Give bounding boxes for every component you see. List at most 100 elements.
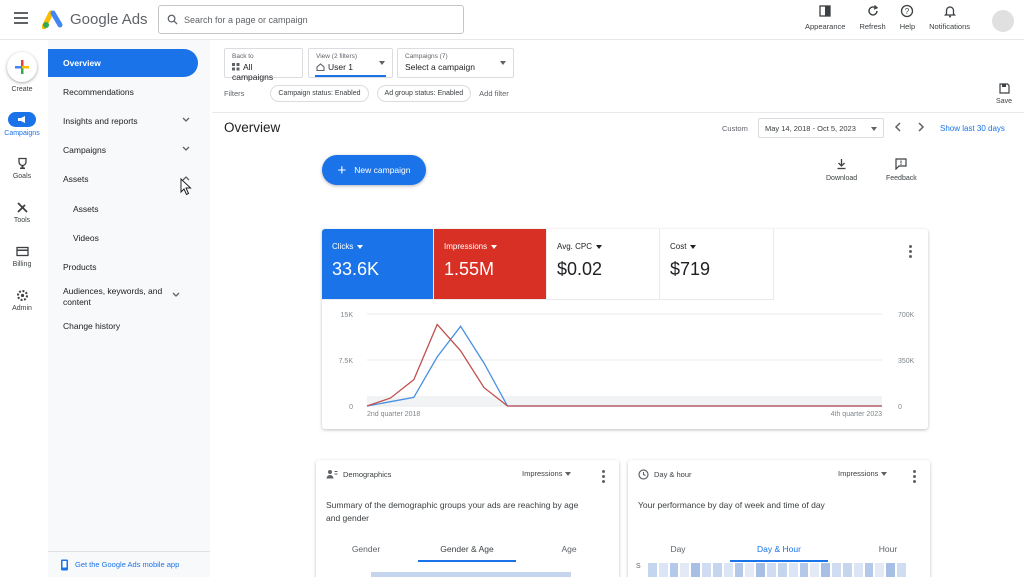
metric-dropdown[interactable]: Impressions <box>838 469 888 478</box>
refresh-button[interactable]: Refresh <box>859 4 886 36</box>
appearance-button[interactable]: Appearance <box>805 4 845 36</box>
view-picker[interactable]: View (2 filters) User 1 <box>308 48 393 78</box>
filter-chip-ad-group-status[interactable]: Ad group status: Enabled <box>376 85 472 102</box>
rail-campaigns[interactable]: Campaigns <box>0 112 44 137</box>
tab-hour[interactable]: Hour <box>868 544 908 554</box>
nav-item-overview[interactable]: Overview <box>48 49 198 77</box>
chevron-down-icon <box>182 117 190 122</box>
plus-icon: + <box>337 161 347 179</box>
feedback-button[interactable]: Feedback <box>886 158 917 182</box>
heatmap <box>648 563 908 577</box>
save-button[interactable]: Save <box>996 83 1012 105</box>
more-options-icon[interactable] <box>602 470 605 485</box>
nav-item-products[interactable]: Products <box>48 262 198 272</box>
rail-billing[interactable]: Billing <box>0 245 44 268</box>
nav-item-recommendations[interactable]: Recommendations <box>48 87 198 97</box>
search-input[interactable]: Search for a page or campaign <box>158 5 464 34</box>
card-icon <box>15 246 29 257</box>
bell-icon <box>943 6 956 18</box>
chevron-down-icon <box>491 244 498 249</box>
heatmap-cell <box>897 563 906 577</box>
filter-chip-campaign-status[interactable]: Campaign status: Enabled <box>270 85 369 102</box>
heatmap-cell <box>799 563 809 577</box>
chevron-down-icon <box>172 292 180 297</box>
heatmap-cell <box>864 563 874 577</box>
heatmap-cell <box>821 563 831 577</box>
heatmap-cell <box>810 563 820 577</box>
nav-item-audiences-keywords-content[interactable]: Audiences, keywords, and content <box>48 286 188 308</box>
divider <box>212 112 1024 113</box>
rail-create[interactable]: Create <box>0 52 44 93</box>
more-options-icon[interactable] <box>913 470 916 485</box>
chevron-down-icon <box>182 146 190 151</box>
nav-item-change-history[interactable]: Change history <box>48 321 198 331</box>
nav-item-campaigns[interactable]: Campaigns <box>48 145 198 155</box>
gear-icon <box>16 290 28 301</box>
metric-cost[interactable]: Cost $719 <box>660 229 774 300</box>
metric-impressions[interactable]: Impressions 1.55M <box>434 229 547 300</box>
rail-admin[interactable]: Admin <box>0 289 44 312</box>
chevron-right-icon[interactable] <box>917 122 925 132</box>
heatmap-cell <box>691 563 701 577</box>
card-title: Demographics <box>343 469 392 479</box>
download-button[interactable]: Download <box>826 158 857 182</box>
heatmap-cell <box>875 563 885 577</box>
series-line <box>366 323 882 407</box>
back-to-picker[interactable]: Back to All campaigns <box>224 48 303 82</box>
date-range-selector[interactable]: May 14, 2018 - Oct 5, 2023 <box>758 118 884 138</box>
refresh-icon <box>867 5 878 16</box>
google-ads-logo[interactable]: Google Ads <box>42 9 148 29</box>
chevron-down-icon <box>565 472 572 477</box>
search-icon <box>167 14 178 25</box>
menu-icon[interactable] <box>14 12 28 24</box>
campaign-picker[interactable]: Campaigns (7) Select a campaign <box>397 48 514 78</box>
custom-label: Custom <box>722 124 748 133</box>
heatmap-cell <box>658 563 668 577</box>
svg-text:?: ? <box>905 7 910 16</box>
filters-row: Filters Campaign status: Enabled Ad grou… <box>224 85 509 102</box>
heatmap-cell <box>886 563 896 577</box>
left-axis-tick-label: 7.5K <box>339 358 354 365</box>
demographics-card: Demographics Impressions Summary of the … <box>316 460 619 577</box>
heatmap-cell <box>702 563 711 577</box>
megaphone-icon <box>18 116 25 123</box>
top-bar: Google Ads Search for a page or campaign… <box>0 0 1024 40</box>
heatmap-cell <box>723 563 733 577</box>
download-icon <box>837 159 846 170</box>
metric-clicks[interactable]: Clicks 33.6K <box>322 229 434 300</box>
new-campaign-button[interactable]: + New campaign <box>322 155 426 185</box>
metric-value: $719 <box>670 259 711 279</box>
help-button[interactable]: ? Help <box>900 4 915 36</box>
day-and-hour-card: Day & hour Impressions Your performance … <box>628 460 930 577</box>
metric-dropdown[interactable]: Impressions <box>522 469 572 478</box>
mobile-app-link[interactable]: Get the Google Ads mobile app <box>48 551 210 577</box>
tab-day[interactable]: Day <box>658 544 698 554</box>
help-icon: ? <box>901 4 914 18</box>
heatmap-cell <box>712 563 722 577</box>
heatmap-cell <box>832 563 841 577</box>
rail-tools[interactable]: Tools <box>0 201 44 224</box>
trophy-icon <box>17 157 27 169</box>
home-icon <box>316 63 325 72</box>
left-axis-tick-label: 0 <box>349 404 353 411</box>
more-options-icon[interactable] <box>909 245 912 260</box>
notifications-button[interactable]: Notifications <box>929 4 970 36</box>
tab-day-and-hour[interactable]: Day & Hour <box>746 544 812 554</box>
nav-item-videos[interactable]: Videos <box>48 233 198 243</box>
nav-item-assets[interactable]: Assets <box>48 174 198 184</box>
show-last-30-days-link[interactable]: Show last 30 days <box>940 124 1005 133</box>
nav-item-assets-sub[interactable]: Assets <box>48 204 198 214</box>
tab-age[interactable]: Age <box>544 544 594 554</box>
card-title: Day & hour <box>654 470 692 479</box>
clock-icon <box>638 469 649 480</box>
right-axis-tick-label: 350K <box>898 358 915 365</box>
heatmap-cell <box>756 563 766 577</box>
avatar[interactable] <box>992 10 1014 32</box>
tab-gender-and-age[interactable]: Gender & Age <box>426 544 508 554</box>
add-filter-button[interactable]: Add filter <box>479 89 509 98</box>
chevron-left-icon[interactable] <box>894 122 902 132</box>
nav-item-insights-and-reports[interactable]: Insights and reports <box>48 116 198 126</box>
metric-avg-cpc[interactable]: Avg. CPC $0.02 <box>547 229 660 300</box>
tab-gender[interactable]: Gender <box>336 544 396 554</box>
rail-goals[interactable]: Goals <box>0 157 44 180</box>
